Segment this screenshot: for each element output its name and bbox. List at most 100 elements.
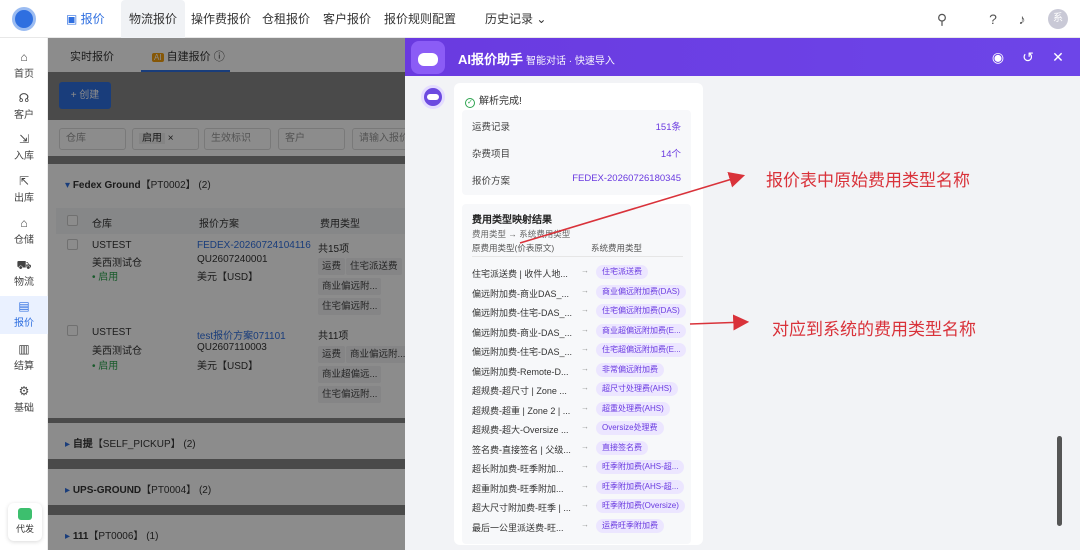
tab-logistics-quote[interactable]: 物流报价 [121,0,186,38]
eye-icon[interactable]: ◉ [990,49,1006,65]
sidebar-item-inbound[interactable]: ⇲ 入库 [0,132,48,162]
arrow-right-icon: → [581,422,589,431]
tab-quote-rules[interactable]: 报价规则配置 [384,0,456,38]
inbound-icon: ⇲ [18,132,30,146]
assistant-message: ✓ 解析完成! 运费记录 151条 杂费项目 14个 报价方案 FEDEX-202607… [454,83,703,545]
mapping-system-fee-tag: 非常偏远附加费 [596,362,664,377]
arrow-right-icon: → [581,441,589,451]
tab-customer-quote[interactable]: 客户报价 [323,0,371,38]
arrow-right-icon: → [581,266,589,275]
mapping-row: 偏远附加费-商业DAS_... → 商业偏远附加费(DAS) [472,284,687,301]
history-icon[interactable]: ↺ [1020,49,1036,65]
mapping-original-fee: 超长附加费-旺季附加... [472,464,564,474]
sidebar-item-settlement[interactable]: ▥ 结算 [0,342,48,372]
ai-panel-title: AI报价助手 [458,52,524,67]
parse-status: ✓ 解析完成! [465,92,522,108]
modal-overlay[interactable] [48,38,405,550]
home-icon: ⌂ [20,50,28,64]
dropship-shortcut[interactable]: 代发 [8,503,42,541]
sidebar-item-quote[interactable]: ▤ 报价 [0,296,48,334]
mapping-system-fee-tag: 住宅偏远附加费(DAS) [596,304,686,318]
mapping-row: 超规费-超尺寸 | Zone ... → 超尺寸处理费(AHS) [472,382,687,398]
tab-history[interactable]: 历史记录 ⌄ [485,0,546,38]
mapping-system-fee-tag: Oversize处理费 [596,421,664,435]
mapping-header-original: 原费用类型(价表原文) [472,243,555,253]
avatar[interactable]: 系 [1048,9,1068,29]
divider [472,256,683,257]
mapping-system-fee-tag: 商业超偏远附加费(E... [596,323,686,338]
outbound-icon: ⇱ [18,174,30,188]
arrow-right-icon: → [581,363,589,373]
mapping-original-fee: 超规费-超重 | Zone 2 | ... [472,405,571,416]
mapping-original-fee: 最后一公里派送费-旺... [472,522,564,533]
robot-icon [411,41,445,74]
quote-list-area: 实时报价 AI 自建报价 ⓘ + 创建 仓库 启用 × 生效标识 客户 请输入报… [48,38,405,550]
mapping-system-fee-tag: 旺季附加费(Oversize) [596,499,685,513]
sidebar-item-logistics[interactable]: ⛟ 物流 [0,258,48,288]
mapping-subtitle: 费用类型 → 系统费用类型 [472,229,571,239]
annotation-original-fee-name: 报价表中原始费用类型名称 [766,171,970,190]
dropship-icon [18,508,32,520]
mapping-system-fee-tag: 运费旺季附加费 [596,518,664,533]
annotation-system-fee-name: 对应到系统的费用类型名称 [772,320,976,339]
mapping-original-fee: 超规费-超尺寸 | Zone ... [472,386,567,396]
mapping-row: 偏远附加费-Remote-D... → 非常偏远附加费 [472,362,687,379]
mapping-system-fee-tag: 住宅派送费 [596,265,648,279]
ai-assistant-panel: AI报价助手 智能对话 · 快速导入 ◉ ↺ ✕ ✓ 解析完成! 运费记录 151条… [405,38,1080,550]
summary-row: 运费记录 151条 [472,122,681,133]
arrow-right-icon: → [581,285,589,295]
sidebar-item-outbound[interactable]: ⇱ 出库 [0,174,48,204]
mapping-row: 偏远附加费-住宅-DAS_... → 住宅超偏远附加费(E... [472,343,687,359]
settlement-icon: ▥ [18,342,30,356]
mapping-system-fee-tag: 旺季附加费(AHS-超... [596,460,685,474]
tab-operation-fee-quote[interactable]: 操作费报价 [191,0,251,38]
sidebar-item-storage[interactable]: ⌂ 仓储 [0,216,48,246]
document-icon: ▣ [66,12,81,26]
mapping-title: 费用类型映射结果 [472,215,552,226]
mapping-system-fee-tag: 直接签名费 [596,440,648,455]
mapping-row: 超规费-超大-Oversize ... → Oversize处理费 [472,421,687,437]
arrow-right-icon: → [581,383,589,392]
bell-icon[interactable]: ♪ [1013,10,1031,28]
mapping-original-fee: 偏远附加费-商业DAS_... [472,288,570,299]
arrow-right-icon: → [581,344,589,353]
mapping-row: 超规费-超重 | Zone 2 | ... → 超重处理费(AHS) [472,401,687,418]
tab-quote-home[interactable]: ▣ 报价 [66,0,105,38]
arrow-right-icon: → [581,519,589,529]
bot-avatar-icon [421,85,445,109]
arrow-right-icon: → [581,461,589,470]
mapping-original-fee: 偏远附加费-住宅-DAS_... [472,347,572,357]
mapping-row: 签名费-直接签名 | 父级... → 直接签名费 [472,440,687,457]
arrow-right-icon: → [581,480,589,490]
mapping-original-fee: 偏远附加费-Remote-D... [472,366,569,377]
sidebar-item-customer[interactable]: ☊ 客户 [0,91,48,121]
chevron-down-icon: ⌄ [533,12,547,26]
search-icon[interactable]: ⚲ [933,10,951,28]
headset-icon: ☊ [18,91,30,105]
arrow-right-icon: → [581,305,589,314]
arrow-right-icon: → [581,402,589,412]
warehouse-icon: ⌂ [20,216,28,230]
arrow-right-icon: → [581,324,589,334]
tab-storage-quote[interactable]: 仓租报价 [262,0,310,38]
summary-row: 报价方案 FEDEX-20260726180345 [472,173,681,187]
app-logo[interactable] [12,7,36,31]
sidebar-item-home[interactable]: ⌂ 首页 [0,50,48,80]
mapping-row: 超重附加费-旺季附加... → 旺季附加费(AHS-超... [472,479,687,496]
mapping-system-fee-tag: 超尺寸处理费(AHS) [596,382,678,396]
settings-icon: ⚙ [18,384,30,398]
help-icon[interactable]: ? [984,10,1002,28]
mapping-system-fee-tag: 旺季附加费(AHS-超... [596,479,685,494]
sidebar-item-basic[interactable]: ⚙ 基础 [0,384,48,414]
mapping-system-fee-tag: 超重处理费(AHS) [596,401,670,416]
arrow-right-icon: → [581,500,589,509]
mapping-original-fee: 偏远附加费-商业-DAS_... [472,327,572,338]
mapping-row: 超大尺寸附加费-旺季 | ... → 旺季附加费(Oversize) [472,499,687,515]
mapping-original-fee: 住宅派送费 | 收件人地... [472,269,568,279]
check-circle-icon: ✓ [465,98,475,108]
truck-icon: ⛟ [16,258,32,272]
close-icon[interactable]: ✕ [1050,49,1066,65]
panel-scrollbar[interactable] [1057,436,1062,526]
mapping-original-fee: 超大尺寸附加费-旺季 | ... [472,503,571,513]
mapping-system-fee-tag: 商业偏远附加费(DAS) [596,284,686,299]
